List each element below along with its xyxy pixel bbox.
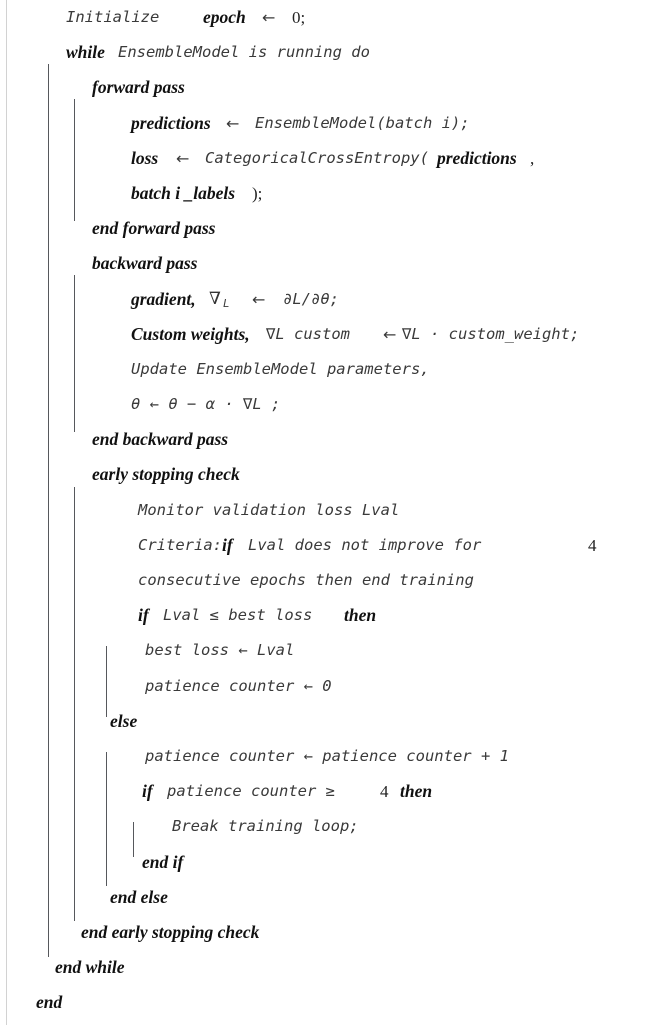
expr-partial-derivative: ∂L/∂θ; (283, 289, 339, 308)
label-end: end (36, 992, 63, 1013)
criteria-text-cont: consecutive epochs then end training (138, 571, 474, 589)
assign-arrow: ← (252, 289, 266, 309)
assign-arrow: ← (176, 148, 190, 168)
line-best-loss-assign: best loss ← Lval (0, 633, 666, 668)
kw-then: then (400, 781, 433, 802)
label-end-else: end else (110, 886, 168, 907)
if-patience-condition: patience counter ≥ (167, 782, 335, 801)
line-end-if: end if (0, 845, 666, 880)
var-predictions: predictions (131, 112, 211, 133)
line-monitor: Monitor validation loss Lval (0, 493, 666, 528)
line-end: end (0, 985, 666, 1020)
line-forward-pass: forward pass (0, 70, 666, 105)
stmt-update-parameters: Update EnsembleModel parameters, (131, 359, 430, 378)
kw-else: else (110, 710, 138, 731)
label-custom-weights: Custom weights, (131, 323, 250, 344)
criteria-patience-value: 4 (588, 535, 597, 555)
line-loss: loss ← CategoricalCrossEntropy( predicti… (0, 141, 666, 176)
line-patience-increment: patience counter ← patience counter + 1 (0, 739, 666, 774)
expr-grad-custom-rhs: ∇L · custom_weight; (402, 324, 580, 343)
kw-then: then (344, 605, 377, 626)
label-end-forward-pass: end forward pass (92, 218, 216, 239)
expr-theta-update: θ ← θ − α · ∇L ; (131, 395, 281, 414)
kw-while: while (66, 42, 105, 63)
var-epoch: epoch (203, 7, 246, 27)
call-ensemblemodel: EnsembleModel(batch i); (255, 113, 470, 132)
line-criteria: Criteria: if Lval does not improve for 4 (0, 528, 666, 563)
label-end-while: end while (55, 957, 125, 978)
label-end-if: end if (142, 851, 184, 872)
label-forward-pass: forward pass (92, 77, 185, 98)
arg-batch-labels: batch i _labels (131, 182, 236, 203)
line-update-parameters: Update EnsembleModel parameters, (0, 352, 666, 387)
nabla-subscript-l: L (223, 296, 230, 310)
line-end-early-stopping: end early stopping check (0, 915, 666, 950)
algorithm-pseudocode-block: Initialize epoch ← 0; while EnsembleMode… (0, 0, 666, 1020)
kw-if: if (222, 534, 233, 555)
kw-if: if (142, 781, 153, 802)
expr-grad-custom-lhs: ∇L custom (266, 324, 350, 343)
stmt-best-loss-assign: best loss ← Lval (145, 641, 295, 660)
line-patience-reset: patience counter ← 0 (0, 669, 666, 704)
label-early-stopping-check: early stopping check (92, 464, 240, 485)
line-gradient: gradient, ∇ L ← ∂L/∂θ; (0, 282, 666, 317)
stmt-monitor-val-loss: Monitor validation loss Lval (138, 500, 400, 519)
line-early-stopping-check: early stopping check (0, 457, 666, 492)
stmt-patience-reset: patience counter ← 0 (145, 676, 332, 695)
var-gradient: gradient, (131, 288, 196, 309)
line-custom-weights: Custom weights, ∇L custom ← ∇L · custom_… (0, 317, 666, 352)
stmt-patience-increment: patience counter ← patience counter + 1 (145, 746, 509, 765)
label-criteria: Criteria: (138, 535, 222, 554)
value-zero: 0; (292, 8, 306, 27)
if-condition: Lval ≤ best loss (163, 606, 313, 625)
line-initialize: Initialize epoch ← 0; (0, 0, 666, 35)
while-condition: EnsembleModel is running do (118, 43, 370, 62)
assign-arrow: ← (226, 113, 240, 133)
label-end-early-stopping-check: end early stopping check (81, 921, 260, 942)
assign-arrow: ← (383, 324, 397, 344)
line-predictions: predictions ← EnsembleModel(batch i); (0, 106, 666, 141)
line-theta-update: θ ← θ − α · ∇L ; (0, 387, 666, 422)
line-end-else: end else (0, 880, 666, 915)
line-break-training: Break training loop; (0, 809, 666, 844)
line-batch-labels: batch i _labels ); (0, 176, 666, 211)
close-paren: ); (252, 183, 263, 203)
patience-threshold: 4 (380, 782, 389, 802)
kw-if: if (138, 605, 149, 626)
assign-arrow: ← (262, 8, 276, 27)
stmt-break-training-loop: Break training loop; (172, 817, 359, 836)
line-backward-pass: backward pass (0, 246, 666, 281)
line-end-backward-pass: end backward pass (0, 422, 666, 457)
line-end-while: end while (0, 950, 666, 985)
line-criteria-cont: consecutive epochs then end training (0, 563, 666, 598)
nabla-symbol: ∇ (209, 288, 221, 309)
fn-categoricalcrossentropy: CategoricalCrossEntropy( (205, 148, 429, 167)
line-if-patience: if patience counter ≥ 4 then (0, 774, 666, 809)
line-while: while EnsembleModel is running do (0, 35, 666, 70)
var-loss: loss (131, 147, 159, 168)
arg-predictions: predictions (437, 147, 517, 168)
line-end-forward-pass: end forward pass (0, 211, 666, 246)
line-else: else (0, 704, 666, 739)
criteria-text: Lval does not improve for (248, 535, 482, 554)
arg-comma: , (530, 148, 535, 168)
label-end-backward-pass: end backward pass (92, 429, 229, 450)
line-if-lval: if Lval ≤ best loss then (0, 598, 666, 633)
kw-initialize: Initialize (66, 8, 160, 26)
label-backward-pass: backward pass (92, 253, 198, 274)
